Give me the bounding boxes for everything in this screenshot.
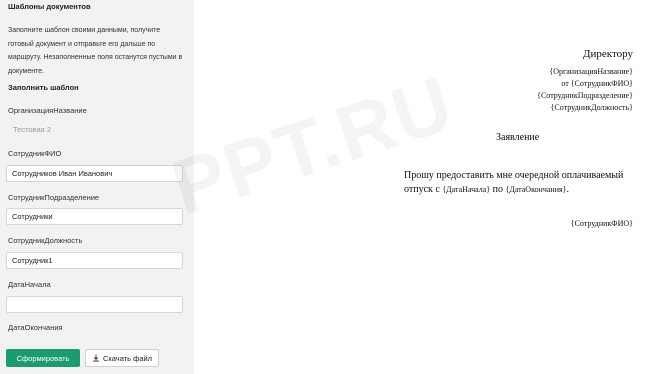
download-icon [93, 354, 99, 362]
field-label-end-date: ДатаОкончания [8, 323, 63, 332]
field-label-start-date: ДатаНачала [8, 280, 51, 289]
field-label-employee-position: СотрудникДолжность [8, 236, 83, 245]
field-label-org-name: ОрганизацияНазвание [8, 106, 87, 115]
field-label-employee-name: СотрудникФИО [8, 149, 62, 158]
download-button-label: Скачать файл [102, 353, 153, 363]
panel-description: Заполните шаблон своими данными, получит… [8, 27, 183, 75]
doc-from-line: от {СотрудникФИО} [561, 78, 633, 90]
doc-body-end: . [566, 184, 570, 195]
doc-signature: {СотрудникФИО} [570, 219, 633, 228]
doc-body-mid: по [490, 184, 506, 195]
section-title: Заполнить шаблон [8, 83, 79, 92]
doc-dept-placeholder: {СотрудникПодразделение} [537, 91, 633, 100]
start-date-input[interactable] [6, 296, 183, 313]
doc-from-name: {СотрудникФИО} [570, 79, 633, 88]
org-name-value: Тестовая 2 [13, 125, 51, 134]
doc-org-placeholder: {ОрганизацияНазвание} [549, 67, 633, 76]
doc-date-end: {ДатаОкончания} [505, 185, 567, 194]
doc-heading: Заявление [496, 132, 540, 143]
employee-position-input[interactable]: Сотрудник1 [6, 252, 183, 269]
generate-button[interactable]: Сформировать [6, 349, 80, 367]
panel-title: Шаблоны документов [8, 2, 91, 11]
employee-dept-input[interactable]: Сотрудники [6, 208, 183, 225]
field-label-employee-dept: СотрудникПодразделение [8, 193, 100, 202]
doc-from-prefix: от [561, 79, 571, 88]
doc-date-start: {ДатаНачала} [442, 185, 491, 194]
doc-position-placeholder: {СотрудникДолжность} [550, 103, 633, 112]
watermark: PPT.RU [161, 58, 464, 234]
doc-addressee: Директору [583, 48, 633, 60]
employee-name-input[interactable]: Сотрудников Иван Иванович [6, 165, 183, 182]
download-file-button[interactable]: Скачать файл [85, 349, 159, 367]
doc-body: Прошу предоставить мне очередной оплачив… [404, 169, 636, 197]
template-form-panel: Шаблоны документов Заполните шаблон свои… [0, 0, 194, 374]
